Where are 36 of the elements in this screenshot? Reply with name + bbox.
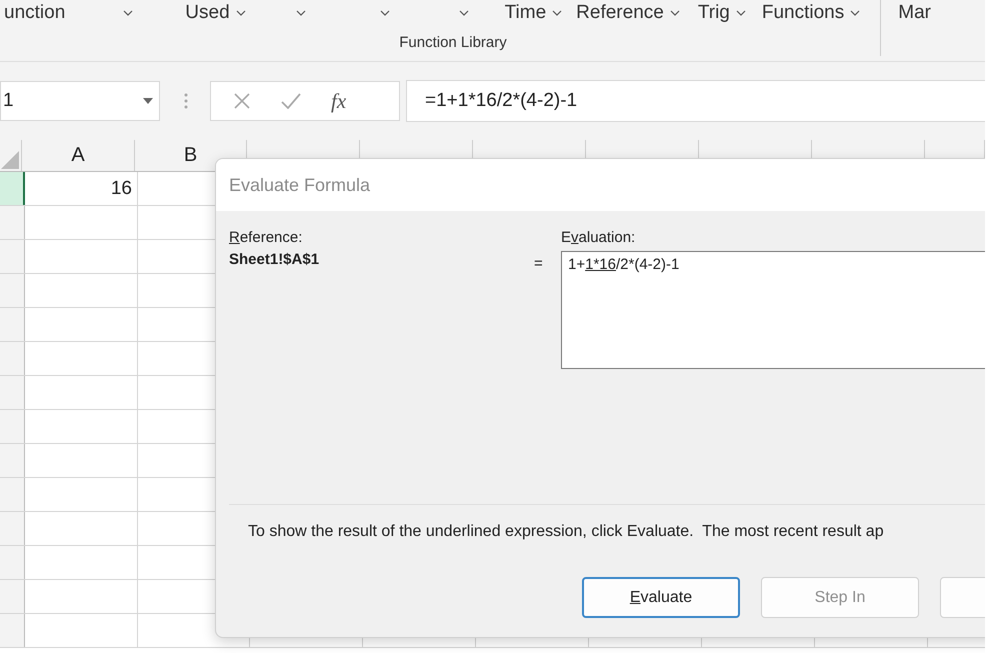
chevron-down-icon[interactable]	[380, 10, 390, 16]
ribbon-button[interactable]: Mar	[898, 2, 931, 24]
ribbon-dropdown-button[interactable]: Functions	[762, 2, 860, 24]
select-all-icon[interactable]	[1, 151, 19, 169]
name-box[interactable]: 1	[0, 81, 160, 121]
chevron-down-icon	[670, 10, 680, 16]
equals-sign: =	[534, 255, 544, 274]
row-header[interactable]	[0, 172, 25, 205]
chevron-down-icon	[850, 10, 860, 16]
reference-label: Reference:	[229, 229, 304, 246]
chevron-down-icon[interactable]	[458, 10, 469, 16]
evaluation-field[interactable]: 1+1*16/2*(4-2)-1	[561, 251, 985, 369]
checkmark-icon[interactable]	[281, 93, 301, 109]
chevron-down-icon	[736, 10, 746, 16]
ribbon-dropdown-button[interactable]: Time	[504, 2, 562, 24]
formula-field[interactable]: =1+1*16/2*(4-2)-1	[406, 80, 985, 122]
dialog-title: Evaluate Formula	[229, 174, 370, 196]
group-label: Function Library	[398, 34, 508, 51]
insert-function-button[interactable]: fx	[331, 88, 346, 114]
instruction-text: To show the result of the underlined expression, click Evaluate. The most recent result ap	[248, 523, 885, 541]
dialog-button[interactable]: Evaluate	[582, 577, 740, 618]
table-cell: 16	[25, 172, 138, 205]
chevron-down-icon	[552, 10, 562, 16]
ribbon-dropdown-button[interactable]: Trig	[698, 2, 746, 24]
evaluation-label: Evaluation:	[561, 229, 636, 246]
chevron-down-icon[interactable]	[123, 10, 134, 16]
cancel-icon[interactable]	[233, 92, 251, 110]
column-header[interactable]: A	[22, 140, 135, 171]
chevron-down-icon[interactable]	[296, 10, 306, 16]
chevron-down-icon	[236, 10, 246, 16]
ribbon-dropdown-button[interactable]: Used	[185, 2, 246, 24]
grip-icon[interactable]	[184, 92, 188, 110]
ribbon-button[interactable]: unction	[4, 2, 66, 24]
reference-value: Sheet1!$A$1	[229, 251, 320, 268]
ribbon-dropdown-button[interactable]: Reference	[576, 2, 680, 24]
caret-icon	[143, 98, 153, 104]
